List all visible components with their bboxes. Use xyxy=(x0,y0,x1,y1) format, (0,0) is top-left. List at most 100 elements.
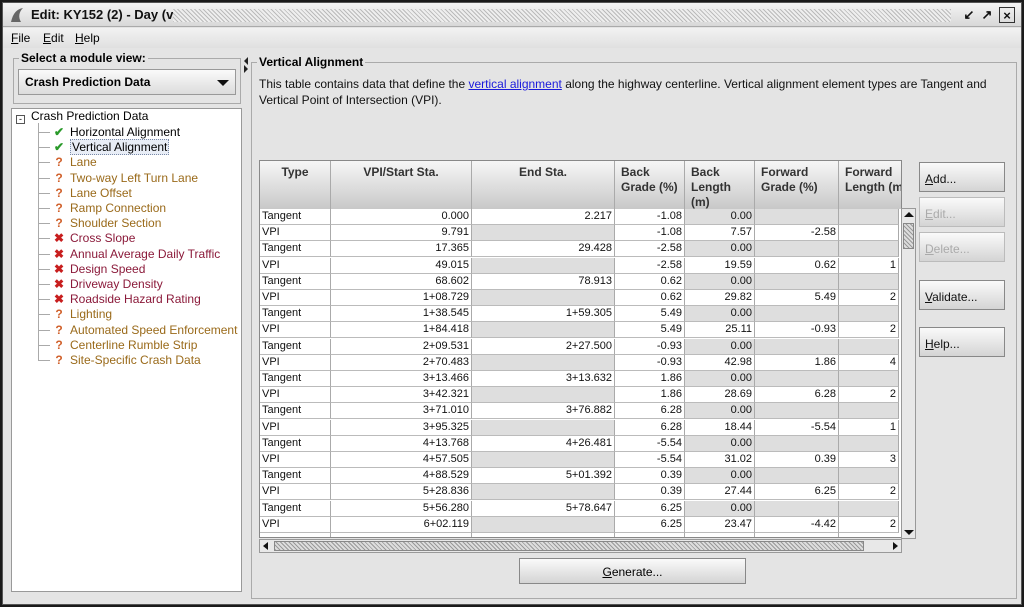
table-cell[interactable]: 2 xyxy=(839,387,899,404)
table-cell[interactable]: 3+13.466 xyxy=(331,371,472,387)
table-cell[interactable]: Tangent xyxy=(260,209,331,225)
vertical-scroll-thumb[interactable] xyxy=(903,223,914,249)
column-header[interactable]: Forward Length (m xyxy=(839,161,901,209)
table-cell[interactable]: 6+02.119 xyxy=(331,516,472,533)
validate-button[interactable]: Validate... xyxy=(919,280,1005,310)
table-cell[interactable]: 9.791 xyxy=(331,225,472,242)
tree-item-driveway-density[interactable]: ✖ Driveway Density xyxy=(52,277,163,292)
table-cell[interactable]: -1.08 xyxy=(615,225,685,242)
table-cell[interactable] xyxy=(755,403,839,420)
table-cell[interactable]: -5.54 xyxy=(615,435,685,452)
table-cell[interactable]: 49.015 xyxy=(331,257,472,274)
table-cell[interactable]: 2+70.483 xyxy=(331,354,472,371)
tree-item-centerline-rumble-strip[interactable]: ? Centerline Rumble Strip xyxy=(52,338,197,353)
table-cell[interactable]: 5.49 xyxy=(615,322,685,339)
table-cell[interactable]: 29.82 xyxy=(685,290,755,306)
menu-edit[interactable]: Edit xyxy=(43,31,64,45)
table-cell[interactable]: 3+71.010 xyxy=(331,403,472,420)
table-cell[interactable]: VPI xyxy=(260,419,331,436)
table-cell[interactable]: -5.54 xyxy=(755,419,839,436)
table-cell[interactable]: 2+27.500 xyxy=(472,338,615,355)
table-cell[interactable]: 42.98 xyxy=(685,354,755,371)
table-cell[interactable]: 17.365 xyxy=(331,241,472,258)
table-cell[interactable]: 0.00 xyxy=(685,403,755,420)
table-cell[interactable]: Tangent xyxy=(260,241,331,258)
table-cell[interactable] xyxy=(472,516,615,533)
table-cell[interactable]: 6.25 xyxy=(615,500,685,517)
menu-file[interactable]: File xyxy=(11,31,30,45)
table-cell[interactable]: 0.00 xyxy=(685,338,755,355)
table-cell[interactable]: 1+59.305 xyxy=(472,306,615,323)
tree-item-annual-average-daily-traffic[interactable]: ✖ Annual Average Daily Traffic xyxy=(52,247,220,262)
table-cell[interactable]: 5.49 xyxy=(615,306,685,323)
table-cell[interactable]: 6.25 xyxy=(615,516,685,533)
table-cell[interactable]: 2 xyxy=(839,322,899,339)
table-cell[interactable]: 0.62 xyxy=(755,257,839,274)
table-cell[interactable]: 5+28.836 xyxy=(331,484,472,501)
table-cell[interactable] xyxy=(839,500,899,517)
table-cell[interactable]: 0.00 xyxy=(685,209,755,225)
table-cell[interactable]: -5.54 xyxy=(615,452,685,468)
table-cell[interactable]: 5+56.280 xyxy=(331,500,472,517)
table-cell[interactable] xyxy=(472,419,615,436)
tree-root[interactable]: Crash Prediction Data xyxy=(31,109,148,124)
table-cell[interactable] xyxy=(839,371,899,387)
table-cell[interactable]: Tangent xyxy=(260,371,331,387)
delete-button[interactable]: Delete... xyxy=(919,232,1005,262)
table-cell[interactable]: 0.00 xyxy=(685,468,755,485)
scroll-left-icon[interactable] xyxy=(263,542,268,550)
table-cell[interactable] xyxy=(755,306,839,323)
table-cell[interactable]: VPI xyxy=(260,322,331,339)
table-cell[interactable]: 0.39 xyxy=(755,452,839,468)
table-cell[interactable] xyxy=(472,290,615,306)
tree-item-horizontal-alignment[interactable]: ✔ Horizontal Alignment xyxy=(52,125,180,140)
table-cell[interactable]: 0.000 xyxy=(331,209,472,225)
table-cell[interactable]: 27.44 xyxy=(685,484,755,501)
table-cell[interactable]: 7.57 xyxy=(685,225,755,242)
table-cell[interactable]: 6.28 xyxy=(615,419,685,436)
table-cell[interactable] xyxy=(839,306,899,323)
table-cell[interactable] xyxy=(839,435,899,452)
table-cell[interactable] xyxy=(755,241,839,258)
table-cell[interactable]: VPI xyxy=(260,516,331,533)
table-cell[interactable]: 3 xyxy=(839,452,899,468)
table-cell[interactable]: 0.00 xyxy=(685,306,755,323)
tree-item-automated-speed-enforcement[interactable]: ? Automated Speed Enforcement xyxy=(52,323,237,338)
table-cell[interactable]: 2 xyxy=(839,290,899,306)
table-cell[interactable]: 25.11 xyxy=(685,322,755,339)
table-cell[interactable] xyxy=(472,225,615,242)
column-header[interactable]: Forward Grade (%) xyxy=(755,161,839,209)
close-icon[interactable]: × xyxy=(999,7,1015,23)
menu-help[interactable]: Help xyxy=(75,31,100,45)
table-cell[interactable]: 0.62 xyxy=(615,290,685,306)
table-cell[interactable]: -1.08 xyxy=(615,209,685,225)
table-cell[interactable]: 31.02 xyxy=(685,452,755,468)
table-cell[interactable] xyxy=(839,241,899,258)
table-cell[interactable]: VPI xyxy=(260,290,331,306)
table-cell[interactable] xyxy=(472,257,615,274)
table-cell[interactable] xyxy=(839,273,899,290)
table-cell[interactable] xyxy=(755,500,839,517)
scroll-up-icon[interactable] xyxy=(904,212,914,217)
tree-item-design-speed[interactable]: ✖ Design Speed xyxy=(52,262,145,277)
column-header[interactable]: End Sta. xyxy=(472,161,615,209)
table-cell[interactable]: 2 xyxy=(839,516,899,533)
table-cell[interactable]: 19.59 xyxy=(685,257,755,274)
column-header[interactable]: VPI/Start Sta. xyxy=(331,161,472,209)
column-header[interactable]: Type xyxy=(260,161,331,209)
help-button[interactable]: Help... xyxy=(919,327,1005,357)
table-cell[interactable]: Tangent xyxy=(260,435,331,452)
table-cell[interactable]: Tangent xyxy=(260,468,331,485)
module-view-dropdown[interactable]: Crash Prediction Data xyxy=(18,69,236,95)
table-cell[interactable]: 3+42.321 xyxy=(331,387,472,404)
table-cell[interactable]: 1 xyxy=(839,419,899,436)
tree-item-vertical-alignment[interactable]: ✔ Vertical Alignment xyxy=(52,139,170,156)
column-header[interactable]: Back Grade (%) xyxy=(615,161,685,209)
table-cell[interactable] xyxy=(755,371,839,387)
table-cell[interactable]: 29.428 xyxy=(472,241,615,258)
table-cell[interactable]: Tangent xyxy=(260,273,331,290)
table-cell[interactable]: -0.93 xyxy=(755,322,839,339)
horizontal-scroll-thumb[interactable] xyxy=(274,541,864,551)
table-cell[interactable] xyxy=(839,225,899,242)
table-cell[interactable]: 0.00 xyxy=(685,273,755,290)
